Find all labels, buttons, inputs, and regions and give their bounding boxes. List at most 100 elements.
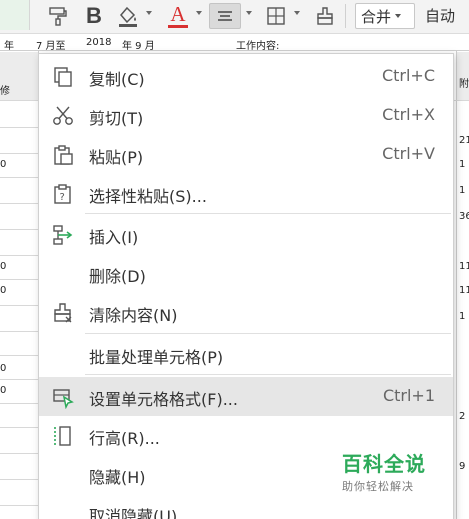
year-2: 2018 [86, 37, 112, 48]
right-cell: 36 [459, 211, 469, 222]
menu-item-label: 取消隐藏(U) [89, 507, 178, 519]
menu-item-unhide[interactable]: 取消隐藏(U) [39, 494, 453, 519]
clipboard-icon [54, 145, 73, 165]
left-cell: 0 [0, 385, 7, 396]
grid-line [0, 127, 38, 128]
right-header-text: 附 [459, 79, 469, 90]
align-dropdown[interactable] [246, 11, 252, 15]
grid-line [0, 427, 38, 428]
menu-item-shortcut: Ctrl+C [381, 66, 435, 85]
grid-line [0, 505, 38, 506]
menu-item-label: 批量处理单元格(P) [89, 348, 224, 367]
grid-line [0, 203, 38, 204]
month-1: 7 月至 [36, 41, 66, 52]
merge-dropdown-icon [395, 14, 402, 18]
grid-line [0, 305, 38, 306]
align-button[interactable] [209, 3, 241, 29]
fill-color-button[interactable] [114, 3, 142, 29]
work-content-label: 工作内容: [236, 41, 280, 52]
right-cell: 9 [459, 461, 466, 472]
menu-item-label: 插入(I) [89, 228, 139, 247]
left-cell: 0 [0, 363, 7, 374]
menu-item-insert[interactable]: 插入(I) [39, 215, 453, 254]
toolbar-separator [345, 4, 346, 28]
menu-item-cut[interactable]: 剪切(T) Ctrl+X [39, 96, 453, 135]
menu-item-label: 行高(R)... [89, 429, 160, 448]
font-color-button[interactable]: A [166, 3, 190, 29]
menu-item-delete[interactable]: 删除(D) [39, 254, 453, 293]
watermark-subtitle: 助你轻松解决 [342, 480, 414, 493]
bold-icon: B [86, 3, 102, 28]
left-cell: 0 [0, 261, 7, 272]
borders-button[interactable] [262, 3, 290, 29]
grid-line [0, 177, 38, 178]
merge-button[interactable]: 合并 [355, 3, 415, 29]
clear-format-button[interactable] [312, 3, 338, 29]
svg-text:?: ? [60, 192, 65, 203]
menu-item-clear-contents[interactable]: 清除内容(N) [39, 293, 453, 332]
grid-line [0, 229, 38, 230]
copy-icon [54, 67, 72, 87]
bold-button[interactable]: B [82, 3, 106, 29]
toolbar: B A 合并 自动 [0, 0, 469, 34]
align-icon [218, 11, 232, 21]
year-suffix-2: 年 9 月 [122, 41, 155, 52]
left-cell: 0 [0, 159, 7, 170]
grid-line [0, 153, 38, 154]
right-cell: 1 [459, 185, 466, 196]
font-color-icon: A [170, 2, 186, 26]
sheet-title-row: 年 7 月至 2018 年 9 月 工作内容: [0, 35, 469, 52]
menu-separator [85, 213, 451, 214]
menu-item-paste[interactable]: 粘贴(P) Ctrl+V [39, 135, 453, 174]
menu-item-label: 复制(C) [89, 70, 145, 89]
menu-item-label: 删除(D) [89, 267, 146, 286]
menu-item-shortcut: Ctrl+1 [382, 386, 435, 405]
right-cell: 11 [459, 285, 469, 296]
left-header-text: 修 [0, 86, 10, 97]
borders-icon [267, 7, 285, 25]
paste-special-icon: ? [54, 184, 71, 204]
grid-line [0, 403, 38, 404]
fill-color-icon [119, 6, 137, 27]
watermark-title: 百科全说 [342, 452, 426, 476]
menu-separator [85, 374, 451, 375]
menu-item-shortcut: Ctrl+V [382, 144, 435, 163]
menu-item-paste-special[interactable]: ? 选择性粘贴(S)... [39, 174, 453, 213]
grid-line [0, 453, 38, 454]
merge-label: 合并 [361, 7, 392, 26]
eraser-icon [317, 7, 333, 25]
fill-color-dropdown[interactable] [146, 11, 152, 15]
scissors-icon [53, 106, 73, 125]
grid-line [456, 51, 457, 519]
menu-item-copy[interactable]: 复制(C) Ctrl+C [39, 57, 453, 96]
eraser-icon [54, 303, 72, 323]
grid-line [0, 279, 38, 280]
grid-line [0, 331, 38, 332]
menu-item-label: 选择性粘贴(S)... [89, 187, 207, 206]
watermark-logo: 百科全说 助你轻松解决 [342, 448, 426, 494]
menu-item-batch-process[interactable]: 批量处理单元格(P) [39, 335, 453, 374]
font-color-dropdown[interactable] [196, 11, 202, 15]
right-cell: 1 [459, 311, 466, 322]
format-painter-icon [49, 7, 67, 26]
menu-item-label: 粘贴(P) [89, 148, 144, 167]
grid-line [0, 379, 38, 380]
menu-item-label: 设置单元格格式(F)... [89, 390, 238, 409]
toolbar-edge [0, 0, 30, 30]
right-cell: 11 [459, 261, 469, 272]
menu-item-shortcut: Ctrl+X [382, 105, 435, 124]
right-cell: 2 [459, 411, 466, 422]
menu-item-label: 清除内容(N) [89, 306, 178, 325]
insert-icon [53, 225, 73, 245]
right-cell: 1 [459, 159, 466, 170]
autowrap-button[interactable]: 自动 [425, 5, 455, 26]
row-height-icon [54, 426, 71, 446]
right-cell: 21 [459, 135, 469, 146]
format-cells-icon [53, 389, 74, 409]
format-painter-button[interactable] [44, 3, 72, 29]
grid-line [0, 255, 38, 256]
menu-separator [85, 333, 451, 334]
borders-dropdown[interactable] [294, 11, 300, 15]
grid-line [0, 479, 38, 480]
menu-item-format-cells[interactable]: 设置单元格格式(F)... Ctrl+1 [39, 377, 453, 416]
